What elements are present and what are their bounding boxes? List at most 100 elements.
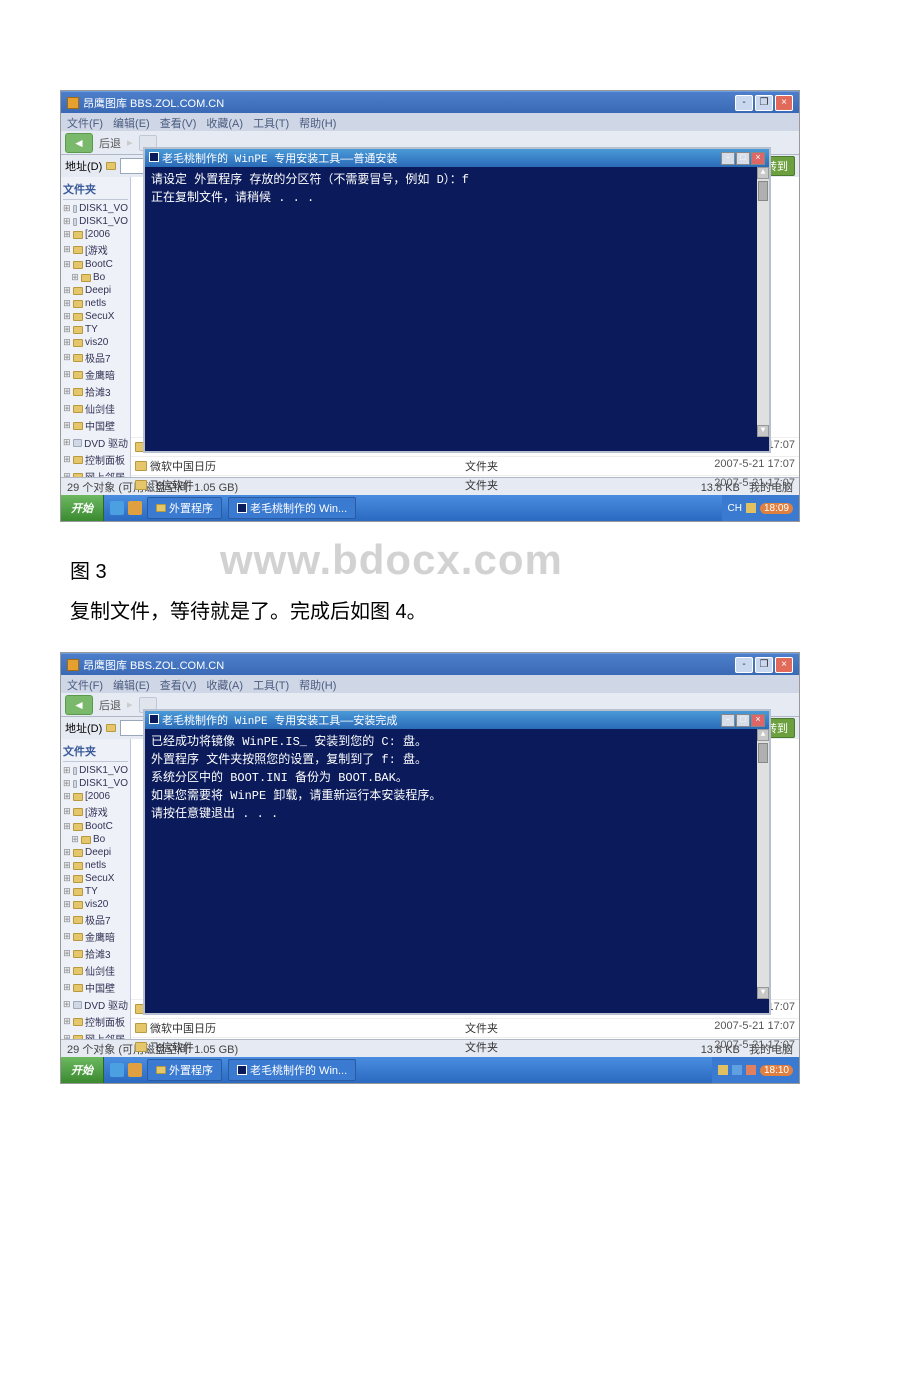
tree-item[interactable]: ⊞[游戏	[63, 241, 128, 258]
scroll-up[interactable]: ▲	[757, 729, 769, 741]
close-button[interactable]: ×	[775, 657, 793, 673]
tree-item[interactable]: ⊞拾滩3	[63, 383, 128, 400]
scrollbar[interactable]: ▲ ▼	[757, 167, 769, 437]
task-item[interactable]: 外置程序	[147, 1059, 222, 1081]
tree-item[interactable]: ⊞vis20	[63, 898, 128, 911]
tree-item[interactable]: ⊞DISK1_VO	[63, 215, 128, 228]
tree-item[interactable]: ⊞TY	[63, 885, 128, 898]
task-item[interactable]: 老毛桃制作的 Win...	[228, 1059, 356, 1081]
start-button[interactable]: 开始	[61, 495, 104, 521]
menu-edit[interactable]: 编辑(E)	[113, 677, 150, 691]
tray-icon[interactable]	[746, 503, 756, 513]
tree-item[interactable]: ⊞极品7	[63, 911, 128, 928]
tree-item[interactable]: ⊞DISK1_VO	[63, 202, 128, 215]
tree-item[interactable]: ⊞控制面板	[63, 451, 128, 468]
minimize-button[interactable]: -	[735, 657, 753, 673]
minimize-button[interactable]: -	[735, 95, 753, 111]
tray-icon[interactable]	[732, 1065, 742, 1075]
tray-icon[interactable]	[718, 1065, 728, 1075]
tree-item[interactable]: ⊞SecuX	[63, 872, 128, 885]
start-button[interactable]: 开始	[61, 1057, 104, 1083]
tree-item[interactable]: ⊞netls	[63, 859, 128, 872]
table-row[interactable]: 飞信软件文件夹2007-5-21 17:07	[131, 1037, 799, 1056]
tree-item[interactable]: ⊞BootC	[63, 258, 128, 271]
menu-file[interactable]: 文件(F)	[67, 677, 103, 691]
tree-item[interactable]: ⊞仙剑佳	[63, 962, 128, 979]
tree-item[interactable]: ⊞仙剑佳	[63, 400, 128, 417]
menu-favorites[interactable]: 收藏(A)	[206, 677, 243, 691]
tree-item[interactable]: ⊞[2006	[63, 228, 128, 241]
tree-item[interactable]: ⊞极品7	[63, 349, 128, 366]
scroll-up[interactable]: ▲	[757, 167, 769, 179]
tray-icon[interactable]	[746, 1065, 756, 1075]
console-close[interactable]: ×	[751, 714, 765, 727]
tree-item[interactable]: ⊞[2006	[63, 790, 128, 803]
console-maximize[interactable]: □	[736, 714, 750, 727]
task-item[interactable]: 老毛桃制作的 Win...	[228, 497, 356, 519]
tree-item[interactable]: ⊞[游戏	[63, 803, 128, 820]
tree-item[interactable]: ⊞DVD 驱动	[63, 996, 128, 1013]
quicklaunch-icon[interactable]	[110, 501, 124, 515]
tree-item[interactable]: ⊞金鹰暗	[63, 928, 128, 945]
tree-item[interactable]: ⊞DISK1_VO	[63, 777, 128, 790]
console-line: 如果您需要将 WinPE 卸载，请重新运行本安装程序。	[151, 787, 763, 805]
back-button[interactable]: ◄	[65, 695, 93, 715]
menu-help[interactable]: 帮助(H)	[299, 677, 336, 691]
scroll-thumb[interactable]	[758, 743, 768, 763]
tree-item[interactable]: ⊞金鹰暗	[63, 366, 128, 383]
menu-tools[interactable]: 工具(T)	[253, 115, 289, 129]
menu-help[interactable]: 帮助(H)	[299, 115, 336, 129]
tree-item[interactable]: ⊞控制面板	[63, 1013, 128, 1030]
maximize-button[interactable]: ❐	[755, 95, 773, 111]
figure-label: 图 3	[70, 552, 850, 592]
menu-tools[interactable]: 工具(T)	[253, 677, 289, 691]
tree-item[interactable]: ⊞SecuX	[63, 310, 128, 323]
maximize-button[interactable]: ❐	[755, 657, 773, 673]
menu-edit[interactable]: 编辑(E)	[113, 115, 150, 129]
tree-item[interactable]: ⊞Deepi	[63, 284, 128, 297]
table-row[interactable]: 飞信软件文件夹2007-5-21 17:07	[131, 475, 799, 494]
table-row[interactable]: 微软中国日历文件夹2007-5-21 17:07	[131, 1018, 799, 1037]
screenshot-2: 昂鹰图库 BBS.ZOL.COM.CN - ❐ × 文件(F) 编辑(E) 查看…	[61, 653, 799, 1083]
back-button[interactable]: ◄	[65, 133, 93, 153]
taskbar: 开始 外置程序 老毛桃制作的 Win... CH 18:09	[61, 495, 799, 521]
quicklaunch-icon[interactable]	[128, 1063, 142, 1077]
folder-tree: 文件夹 ⊞DISK1_VO⊞DISK1_VO⊞[2006⊞[游戏⊞BootC⊞B…	[61, 177, 131, 477]
quicklaunch-icon[interactable]	[128, 501, 142, 515]
tree-item[interactable]: ⊞中国壁	[63, 417, 128, 434]
tree-item[interactable]: ⊞Bo	[63, 271, 128, 284]
back-label: 后退	[99, 135, 121, 151]
quicklaunch-icon[interactable]	[110, 1063, 124, 1077]
folder-tree-header: 文件夹	[63, 181, 128, 200]
lang-indicator[interactable]: CH	[728, 503, 742, 514]
task-item[interactable]: 外置程序	[147, 497, 222, 519]
menubar: 文件(F) 编辑(E) 查看(V) 收藏(A) 工具(T) 帮助(H)	[61, 113, 799, 131]
tree-item[interactable]: ⊞DISK1_VO	[63, 764, 128, 777]
tree-item[interactable]: ⊞TY	[63, 323, 128, 336]
console-minimize[interactable]: -	[721, 152, 735, 165]
tree-item[interactable]: ⊞Bo	[63, 833, 128, 846]
console-maximize[interactable]: □	[736, 152, 750, 165]
tree-item[interactable]: ⊞vis20	[63, 336, 128, 349]
menu-view[interactable]: 查看(V)	[160, 115, 197, 129]
tree-item[interactable]: ⊞网上邻居	[63, 468, 128, 477]
scroll-thumb[interactable]	[758, 181, 768, 201]
tree-item[interactable]: ⊞DVD 驱动	[63, 434, 128, 451]
menu-view[interactable]: 查看(V)	[160, 677, 197, 691]
scroll-down[interactable]: ▼	[757, 987, 769, 999]
menu-file[interactable]: 文件(F)	[67, 115, 103, 129]
tree-item[interactable]: ⊞Deepi	[63, 846, 128, 859]
tree-item[interactable]: ⊞netls	[63, 297, 128, 310]
tree-item[interactable]: ⊞网上邻居	[63, 1030, 128, 1039]
scrollbar[interactable]: ▲ ▼	[757, 729, 769, 999]
table-row[interactable]: 微软中国日历文件夹2007-5-21 17:07	[131, 456, 799, 475]
tree-item[interactable]: ⊞中国壁	[63, 979, 128, 996]
app-icon	[67, 97, 79, 109]
scroll-down[interactable]: ▼	[757, 425, 769, 437]
console-minimize[interactable]: -	[721, 714, 735, 727]
tree-item[interactable]: ⊞拾滩3	[63, 945, 128, 962]
tree-item[interactable]: ⊞BootC	[63, 820, 128, 833]
close-button[interactable]: ×	[775, 95, 793, 111]
console-close[interactable]: ×	[751, 152, 765, 165]
menu-favorites[interactable]: 收藏(A)	[206, 115, 243, 129]
